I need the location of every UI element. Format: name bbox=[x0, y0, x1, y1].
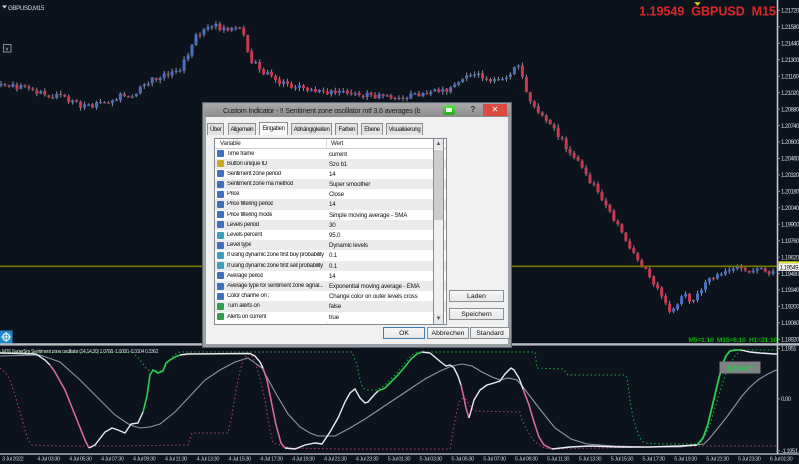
svg-text:1.20180: 1.20180 bbox=[781, 190, 799, 196]
svg-text:5 Jul 19:30: 5 Jul 19:30 bbox=[674, 457, 697, 463]
svg-text:5 Jul 01:30: 5 Jul 01:30 bbox=[388, 457, 411, 463]
svg-text:1.19340: 1.19340 bbox=[781, 288, 799, 294]
svg-text:3 Jul 2022: 3 Jul 2022 bbox=[2, 457, 24, 463]
svg-text:M15 SuperSm Sentiment zone osc: M15 SuperSm Sentiment zone oscillator (1… bbox=[2, 349, 159, 355]
svg-text:4 Jul 13:30: 4 Jul 13:30 bbox=[197, 457, 220, 463]
svg-text:1.21440: 1.21440 bbox=[781, 42, 799, 48]
svg-text:1.19200: 1.19200 bbox=[781, 305, 799, 311]
svg-text:1.20880: 1.20880 bbox=[781, 107, 799, 113]
svg-text:5 Jul 07:30: 5 Jul 07:30 bbox=[483, 457, 506, 463]
svg-text:1.20040: 1.20040 bbox=[781, 206, 799, 212]
svg-text:4 Jul 15:30: 4 Jul 15:30 bbox=[228, 457, 251, 463]
svg-text:4 Jul 05:30: 4 Jul 05:30 bbox=[69, 457, 92, 463]
svg-text:1.20740: 1.20740 bbox=[781, 124, 799, 130]
svg-text:1.20320: 1.20320 bbox=[781, 173, 799, 179]
svg-text:5 Jul 23:30: 5 Jul 23:30 bbox=[738, 457, 761, 463]
svg-text:1.21160: 1.21160 bbox=[781, 74, 799, 80]
svg-text:M5=1:10 M15=6:10 H1=21:10: M5=1:10 M15=6:10 H1=21:10 bbox=[688, 337, 777, 344]
svg-text:5 Jul 15:30: 5 Jul 15:30 bbox=[611, 457, 634, 463]
svg-text:1.18920: 1.18920 bbox=[781, 338, 799, 344]
svg-text:1.21720: 1.21720 bbox=[781, 9, 799, 15]
svg-text:1.21300: 1.21300 bbox=[781, 58, 799, 64]
svg-text:4 Jul 07:30: 4 Jul 07:30 bbox=[101, 457, 124, 463]
svg-text:1.1951: 1.1951 bbox=[781, 347, 797, 353]
svg-text:SZO-off: SZO-off bbox=[727, 365, 753, 372]
svg-text:1.21580: 1.21580 bbox=[781, 25, 799, 31]
svg-text:1.19900: 1.19900 bbox=[781, 222, 799, 228]
svg-text:GBPUSD,M15: GBPUSD,M15 bbox=[8, 5, 45, 12]
svg-text:5 Jul 17:30: 5 Jul 17:30 bbox=[642, 457, 665, 463]
svg-text:5 Jul 11:30: 5 Jul 11:30 bbox=[547, 457, 569, 463]
svg-text:1.19549 GBPUSD M15: 1.19549 GBPUSD M15 bbox=[639, 4, 776, 18]
svg-text:1.21020: 1.21020 bbox=[781, 91, 799, 97]
svg-text:1.19060: 1.19060 bbox=[781, 321, 799, 327]
svg-text:1.19480: 1.19480 bbox=[781, 272, 799, 278]
svg-text:5 Jul 13:30: 5 Jul 13:30 bbox=[579, 457, 602, 463]
svg-text:4 Jul 09:30: 4 Jul 09:30 bbox=[133, 457, 156, 463]
svg-text:1.19549: 1.19549 bbox=[780, 264, 799, 271]
svg-text:4 Jul 23:30: 4 Jul 23:30 bbox=[356, 457, 379, 463]
svg-text:6 Jul 01:30: 6 Jul 01:30 bbox=[770, 457, 793, 463]
svg-text:5 Jul 21:30: 5 Jul 21:30 bbox=[706, 457, 729, 463]
svg-text:1.19760: 1.19760 bbox=[781, 239, 799, 245]
svg-text:1.20460: 1.20460 bbox=[781, 157, 799, 163]
svg-text:5 Jul 09:30: 5 Jul 09:30 bbox=[515, 457, 538, 463]
svg-text:4 Jul 21:30: 4 Jul 21:30 bbox=[324, 457, 347, 463]
svg-text:4 Jul 19:30: 4 Jul 19:30 bbox=[292, 457, 315, 463]
svg-text:1.20600: 1.20600 bbox=[781, 140, 799, 146]
svg-text:1.19620: 1.19620 bbox=[781, 255, 799, 261]
svg-text:-1.1951: -1.1951 bbox=[781, 449, 799, 455]
svg-text:4 Jul 11:30: 4 Jul 11:30 bbox=[165, 457, 187, 463]
svg-text:4 Jul 03:30: 4 Jul 03:30 bbox=[37, 457, 60, 463]
svg-text:5 Jul 03:30: 5 Jul 03:30 bbox=[419, 457, 442, 463]
svg-text:5 Jul 05:30: 5 Jul 05:30 bbox=[451, 457, 474, 463]
svg-text:0.00: 0.00 bbox=[781, 397, 792, 403]
svg-text:4 Jul 17:30: 4 Jul 17:30 bbox=[260, 457, 283, 463]
